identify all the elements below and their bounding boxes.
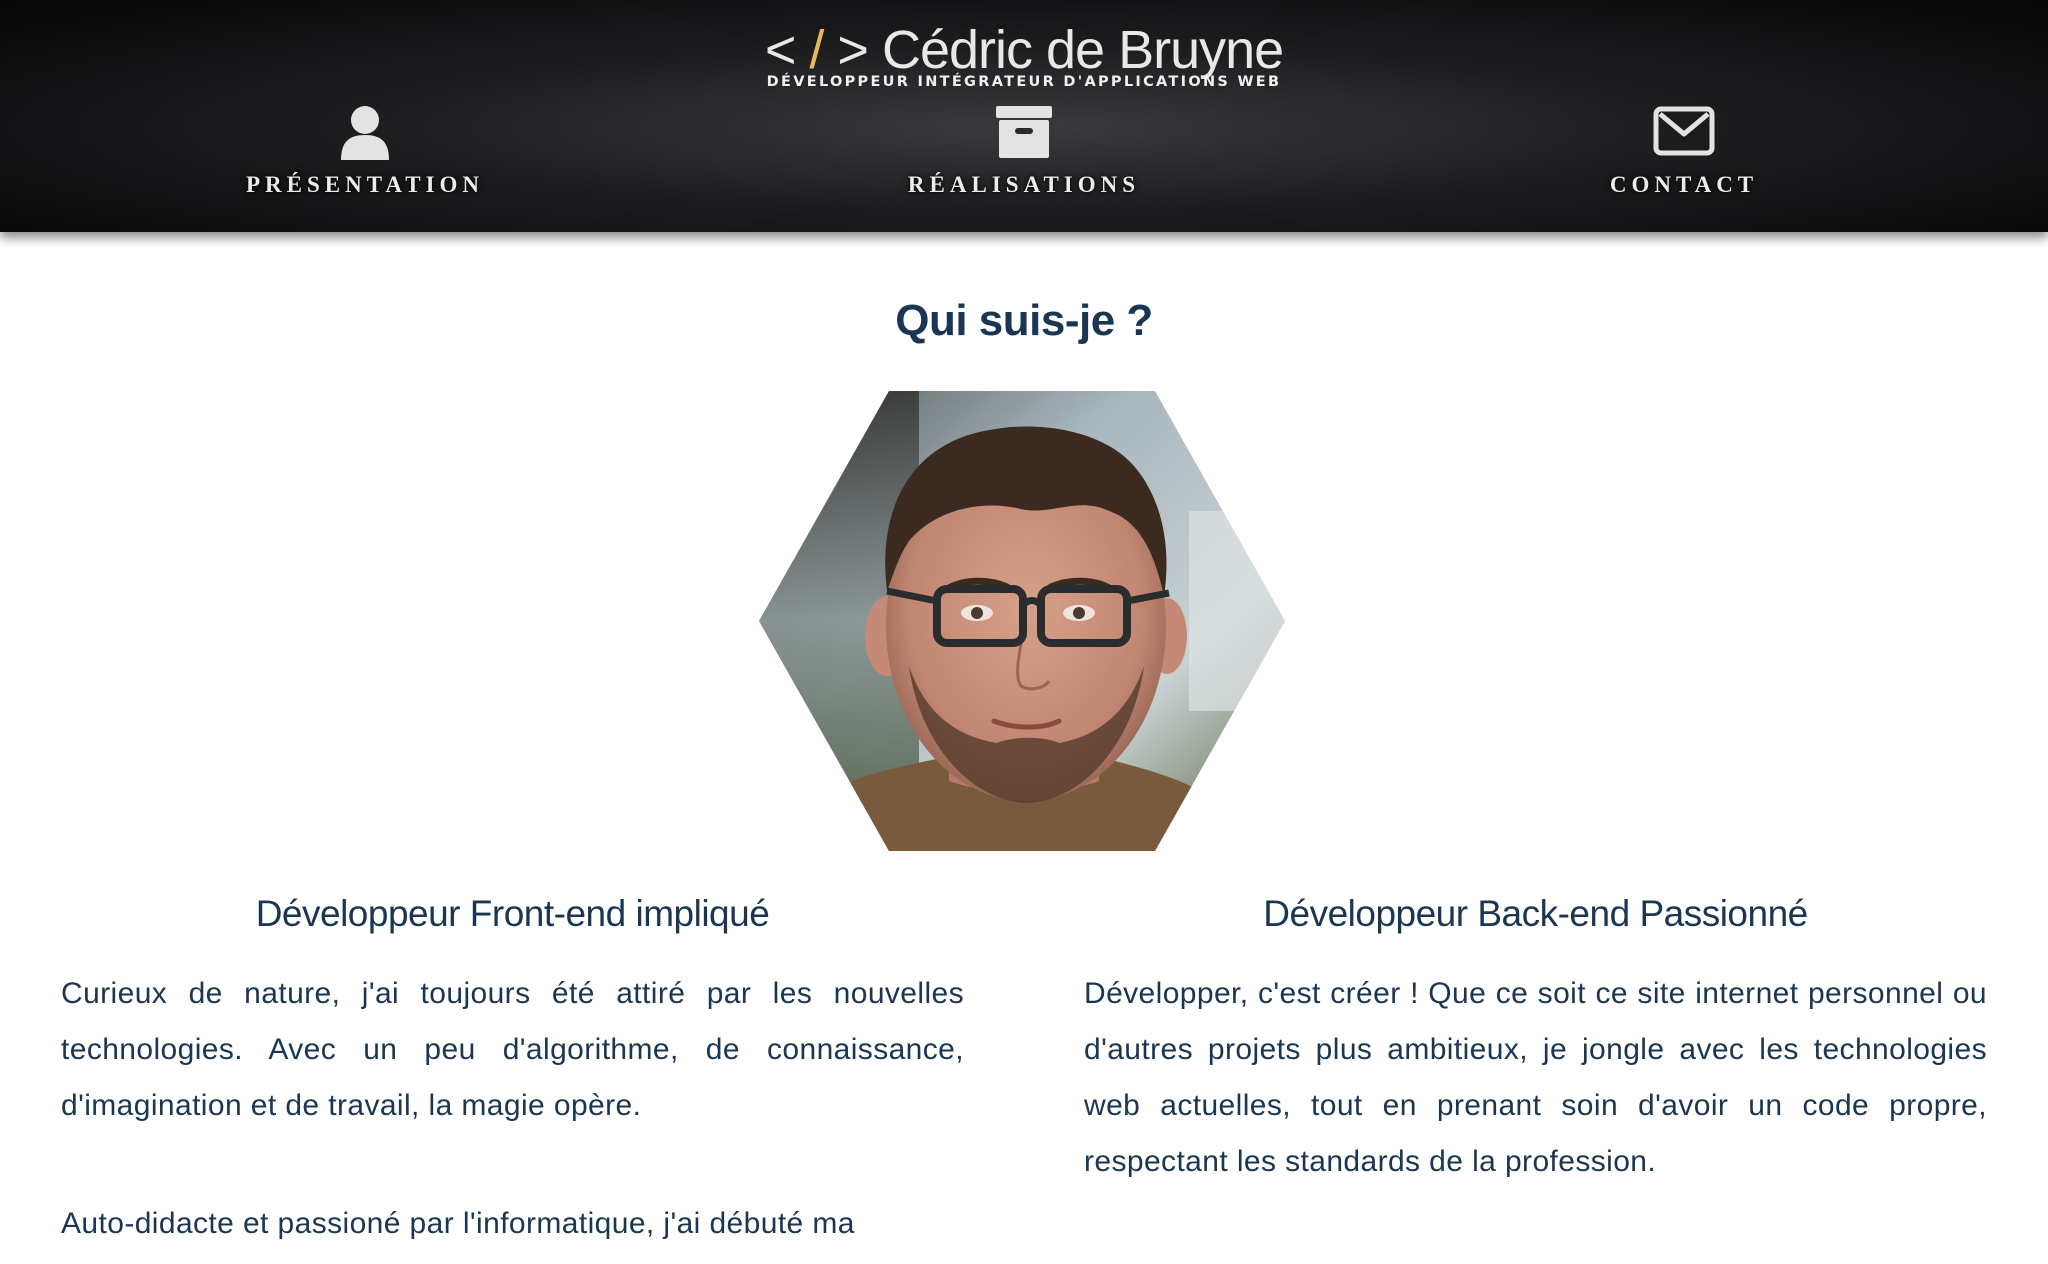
brand-code-slash: / [809, 20, 824, 80]
nav-item-presentation[interactable]: PRÉSENTATION [185, 104, 545, 198]
column-back-end: Développeur Back-end Passionné Développe… [1084, 886, 1987, 1190]
archive-box-icon [844, 104, 1204, 162]
brand[interactable]: < / > Cédric de Bruyne DÉVELOPPEUR INTÉG… [0, 18, 2048, 90]
nav-label-realisations: RÉALISATIONS [907, 172, 1141, 197]
user-icon [185, 104, 545, 162]
column-heading-front-end: Développeur Front-end impliqué [255, 893, 770, 934]
nav-label-contact: CONTACT [1609, 172, 1759, 197]
nav-item-contact[interactable]: CONTACT [1504, 104, 1864, 198]
brand-code-close: > [837, 20, 869, 80]
column-paragraph: Auto-didacte et passioné par l'informati… [61, 1207, 855, 1240]
brand-name: Cédric de Bruyne [881, 20, 1284, 80]
brand-tagline: DÉVELOPPEUR INTÉGRATEUR D'APPLICATIONS W… [766, 74, 1282, 90]
section-title: Qui suis-je ? [895, 296, 1153, 345]
column-heading-back-end: Développeur Back-end Passionné [1263, 893, 1808, 934]
column-front-end: Développeur Front-end impliqué Curieux d… [61, 886, 964, 1252]
profile-photo [759, 391, 1285, 851]
brand-title[interactable]: < / > Cédric de Bruyne [764, 18, 1284, 82]
nav-label-presentation: PRÉSENTATION [245, 172, 485, 197]
envelope-icon [1504, 104, 1864, 162]
column-paragraph: Curieux de nature, j'ai toujours été att… [61, 977, 964, 1122]
nav-item-realisations[interactable]: RÉALISATIONS [844, 104, 1204, 198]
brand-code-open: < [764, 20, 797, 80]
column-paragraph: Développer, c'est créer ! Que ce soit ce… [1084, 977, 1987, 1178]
site-header: < / > Cédric de Bruyne DÉVELOPPEUR INTÉG… [0, 0, 2048, 232]
